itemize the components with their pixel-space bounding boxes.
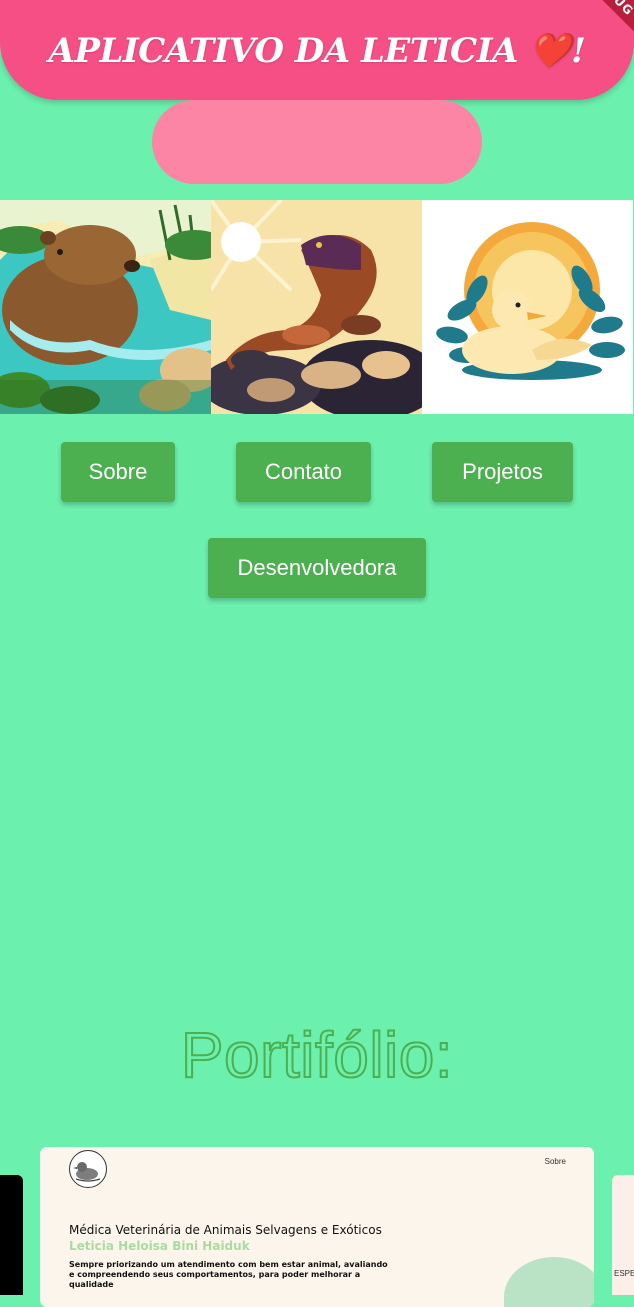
projetos-button[interactable]: Projetos — [432, 442, 573, 502]
card-decorative-blob — [504, 1257, 594, 1307]
next-card-text: ESPE — [614, 1269, 634, 1278]
duck-logo-icon — [69, 1150, 107, 1188]
portfolio-card-next[interactable]: ESPE — [612, 1175, 634, 1295]
card-nav-sobre[interactable]: Sobre — [545, 1157, 566, 1166]
sobre-button[interactable]: Sobre — [61, 442, 175, 502]
image-gallery — [0, 200, 634, 414]
card-heading: Médica Veterinária de Animais Selvagens … — [69, 1223, 382, 1237]
decorative-pill — [152, 100, 482, 184]
app-title: APLICATIVO DA LETICIA ❤️! — [48, 31, 586, 71]
card-name: Leticia Heloisa Bini Haiduk — [69, 1239, 250, 1253]
app-header: APLICATIVO DA LETICIA ❤️! DEBUG — [0, 0, 634, 100]
contato-button[interactable]: Contato — [236, 442, 371, 502]
portfolio-card[interactable]: Sobre Médica Veterinária de Animais Selv… — [40, 1147, 594, 1307]
card-description: Sempre priorizando um atendimento com be… — [69, 1260, 388, 1289]
capybara-illustration — [0, 200, 211, 414]
lizard-illustration — [211, 200, 422, 414]
desenvolvedora-button[interactable]: Desenvolvedora — [208, 538, 426, 598]
portfolio-card-previous[interactable] — [0, 1175, 23, 1295]
duck-illustration — [422, 200, 633, 414]
portfolio-title: Portifólio: — [180, 1018, 454, 1092]
